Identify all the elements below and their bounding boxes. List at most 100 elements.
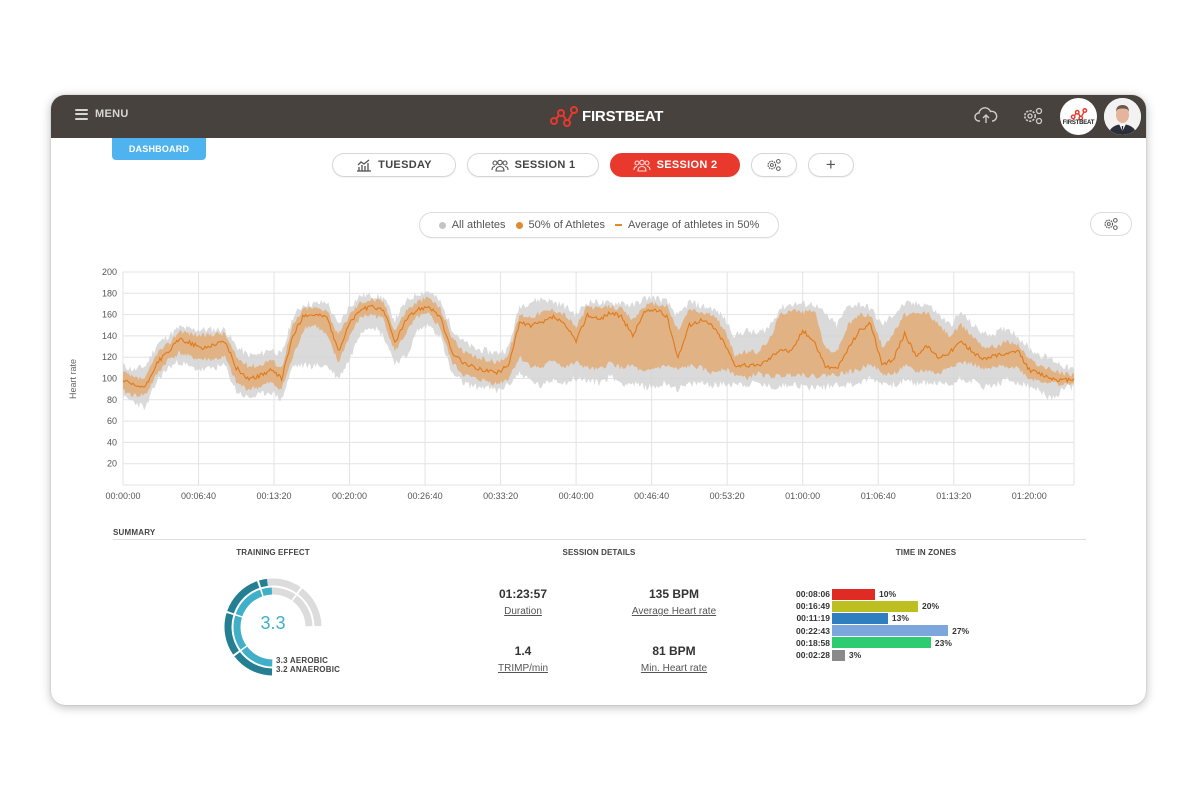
zone-percent: 10% — [879, 589, 897, 600]
zone-row: 00:02:28 3% — [786, 649, 969, 661]
zone-time: 00:16:49 — [795, 601, 830, 612]
summary-divider — [113, 539, 1086, 540]
zone-percent: 20% — [922, 601, 940, 612]
x-tick-label: 01:00:00 — [785, 491, 820, 501]
chart-settings-button[interactable] — [1090, 212, 1132, 236]
gauge-fill-anaerobic — [259, 578, 268, 588]
y-tick-label: 180 — [102, 288, 117, 298]
y-tick-label: 160 — [102, 310, 117, 320]
firstbeat-logo-icon — [550, 106, 578, 127]
legend-dot-icon — [515, 221, 523, 229]
user-avatar[interactable] — [1104, 98, 1141, 135]
legend-label: All athletes — [451, 219, 506, 231]
x-tick-label: 01:06:40 — [861, 491, 896, 501]
zone-bar — [832, 612, 888, 624]
detail-value: 81 BPM — [652, 644, 696, 658]
brand-logo: FIRSTBEAT — [549, 104, 663, 128]
add-session-button[interactable]: + — [808, 153, 854, 177]
x-tick-label: 01:20:00 — [1012, 491, 1047, 501]
zone-bar — [832, 649, 845, 661]
x-tick-label: 00:20:00 — [332, 491, 367, 501]
legend-dot-icon — [438, 221, 446, 229]
y-tick-label: 120 — [102, 352, 117, 362]
zone-bar — [832, 588, 875, 600]
app-window: MENU FIRSTBEAT FIRSTBEAT DASHBOARD TUESD… — [51, 95, 1146, 705]
legend-label: Average of athletes in 50% — [627, 219, 760, 231]
settings-icon — [1104, 218, 1118, 230]
x-tick-label: 00:40:00 — [559, 491, 594, 501]
group-icon — [633, 159, 651, 172]
tab-label: SESSION 1 — [514, 159, 576, 171]
detail-average-hr: 135 BPM Average Heart rate — [594, 587, 754, 617]
menu-icon — [75, 108, 88, 120]
training-effect-value: 3.3 — [260, 613, 286, 633]
tab-tuesday[interactable]: TUESDAY — [332, 153, 456, 177]
zone-time: 00:11:19 — [796, 613, 830, 624]
summary-title: SUMMARY — [113, 528, 156, 537]
zone-time: 00:08:06 — [795, 589, 830, 600]
detail-value: 1.4 — [514, 644, 532, 658]
x-tick-label: 01:13:20 — [936, 491, 971, 501]
session-details-title: SESSION DETAILS — [562, 548, 636, 557]
heart-rate-chart-svg: 20 40 60 80 100 120 140 160 180 200 00:00:00 00:06:… — [68, 267, 1075, 501]
detail-label-link[interactable]: Average Heart rate — [594, 606, 754, 617]
x-tick-label: 00:46:40 — [634, 491, 669, 501]
zone-row: 00:22:43 27% — [786, 625, 969, 637]
zone-bar — [832, 625, 949, 637]
x-tick-label: 00:53:20 — [710, 491, 745, 501]
zone-bar — [832, 637, 931, 649]
x-tick-label: 00:26:40 — [408, 491, 443, 501]
detail-label-link[interactable]: Min. Heart rate — [594, 663, 754, 674]
zone-time: 00:22:43 — [795, 625, 830, 636]
team-avatar[interactable]: FIRSTBEAT — [1060, 98, 1097, 135]
training-effect-title: TRAINING EFFECT — [236, 548, 310, 557]
session-settings-button[interactable] — [751, 153, 797, 177]
legend-item-50-percent[interactable]: 50% of Athletes — [515, 219, 605, 231]
tab-session-2[interactable]: SESSION 2 — [610, 153, 740, 177]
dashboard-tab[interactable]: DASHBOARD — [112, 138, 206, 160]
cloud-upload-icon[interactable] — [974, 105, 998, 127]
menu-label: MENU — [95, 108, 129, 120]
legend-label: 50% of Athletes — [528, 219, 605, 231]
chart-icon — [357, 158, 372, 172]
chart-legend: All athletes 50% of Athletes Average of … — [419, 212, 779, 238]
top-bar: MENU FIRSTBEAT FIRSTBEAT — [51, 95, 1146, 138]
zone-row: 00:08:06 10% — [786, 588, 969, 600]
y-tick-label: 80 — [107, 395, 117, 405]
tab-label: SESSION 2 — [656, 159, 718, 171]
zone-percent: 3% — [848, 650, 862, 661]
y-tick-label: 100 — [102, 374, 117, 384]
zone-percent: 23% — [934, 637, 952, 648]
y-tick-label: 40 — [107, 437, 117, 447]
x-tick-label: 00:00:00 — [105, 491, 140, 501]
detail-label-link[interactable]: TRIMP/min — [443, 663, 603, 674]
firstbeat-logo-icon — [1070, 108, 1087, 121]
detail-trimp: 1.4 TRIMP/min — [443, 644, 603, 674]
settings-icon[interactable] — [1021, 105, 1045, 127]
heart-rate-chart[interactable]: 20 40 60 80 100 120 140 160 180 200 00:00:00 00:06:… — [51, 255, 1146, 510]
time-in-zones-chart: 00:08:06 10% 00:16:49 20% 00:11:19 13% 00:22:4… — [786, 588, 969, 661]
y-tick-label: 20 — [107, 459, 117, 469]
zone-percent: 13% — [891, 613, 909, 624]
detail-min-hr: 81 BPM Min. Heart rate — [594, 644, 754, 674]
legend-dash-icon — [614, 224, 622, 226]
y-tick-label: 60 — [107, 416, 117, 426]
zone-time: 00:18:58 — [795, 637, 830, 648]
anaerobic-label: 3.2 ANAEROBIC — [276, 665, 341, 674]
detail-label-link[interactable]: Duration — [443, 606, 603, 617]
tab-session-1[interactable]: SESSION 1 — [467, 153, 599, 177]
legend-item-all-athletes[interactable]: All athletes — [438, 219, 506, 231]
legend-item-average[interactable]: Average of athletes in 50% — [614, 219, 760, 231]
zone-time: 00:02:28 — [795, 650, 830, 661]
gauge-fill-aerobic — [261, 587, 273, 596]
zone-row: 00:11:19 13% — [786, 612, 969, 624]
detail-value: 01:23:57 — [498, 587, 548, 601]
zone-row: 00:16:49 20% — [786, 600, 969, 612]
settings-icon — [767, 159, 781, 171]
x-tick-label: 00:13:20 — [257, 491, 292, 501]
y-tick-label: 140 — [102, 331, 117, 341]
menu-button[interactable]: MENU — [75, 108, 129, 120]
tab-label: TUESDAY — [378, 159, 432, 171]
brand-name: FIRSTBEAT — [582, 107, 664, 125]
zone-percent: 27% — [952, 625, 970, 636]
